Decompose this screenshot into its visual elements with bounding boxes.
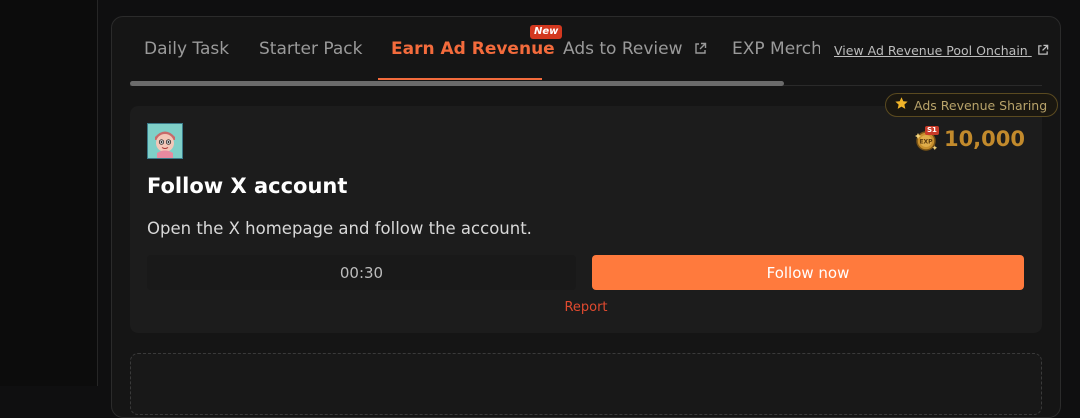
report-link[interactable]: Report: [564, 300, 607, 315]
star-icon: [894, 96, 909, 114]
task-tabs: Daily Task Starter Pack Earn Ad Revenue …: [130, 17, 820, 81]
exp-coin-icon: EXP S1: [914, 126, 940, 152]
ads-revenue-sharing-badge: Ads Revenue Sharing: [885, 93, 1059, 117]
external-link-icon: [1037, 44, 1049, 59]
follow-now-button[interactable]: Follow now: [592, 255, 1024, 290]
tab-label: Earn Ad Revenue: [391, 39, 555, 59]
task-description: Open the X homepage and follow the accou…: [147, 219, 532, 238]
tab-label: EXP Merch I: [732, 39, 820, 59]
new-badge: New: [530, 25, 563, 39]
advertiser-avatar: [147, 123, 183, 159]
tab-label: Ads to Review: [563, 39, 683, 59]
season-badge: S1: [924, 126, 939, 135]
reward-amount: 10,000: [943, 127, 1025, 151]
timer-value: 00:30: [339, 263, 384, 282]
tasks-panel: Daily Task Starter Pack Earn Ad Revenue …: [111, 16, 1061, 418]
reward: EXP S1 10,000: [914, 126, 1025, 152]
sharing-badge-label: Ads Revenue Sharing: [914, 97, 1048, 113]
svg-text:EXP: EXP: [919, 139, 933, 146]
tab-label: Daily Task: [144, 39, 230, 59]
next-task-card: [130, 353, 1042, 415]
external-link-icon: [694, 40, 707, 60]
tab-earn-ad-revenue[interactable]: Earn Ad Revenue: [391, 39, 555, 59]
tab-starter-pack[interactable]: Starter Pack: [259, 39, 362, 59]
view-pool-link[interactable]: View Ad Revenue Pool Onchain: [834, 43, 1049, 59]
tab-label: Starter Pack: [259, 39, 363, 59]
countdown-timer: 00:30: [147, 255, 576, 290]
tab-exp-merch[interactable]: EXP Merch I: [732, 39, 820, 59]
tabs-scrollbar[interactable]: [130, 80, 1042, 86]
scrollbar-thumb[interactable]: [130, 81, 784, 86]
tab-daily-task[interactable]: Daily Task: [144, 39, 229, 59]
report-row: Report: [130, 300, 1042, 315]
task-title: Follow X account: [147, 174, 348, 198]
left-sidebar: [0, 0, 98, 386]
pool-link-label: View Ad Revenue Pool Onchain: [834, 43, 1028, 58]
task-card: EXP S1 10,000 Follow X account Open the …: [130, 106, 1042, 333]
tab-ads-to-review[interactable]: Ads to Review: [563, 39, 707, 60]
